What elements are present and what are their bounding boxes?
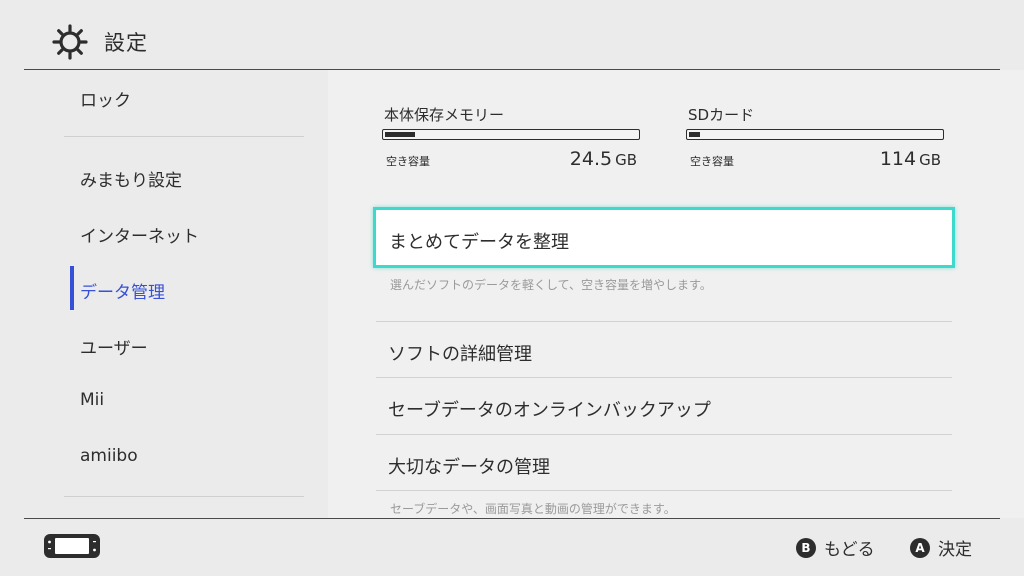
gear-icon: [52, 24, 88, 60]
system-memory-label: 本体保存メモリー: [384, 106, 505, 124]
sidebar-item-lock[interactable]: ロック: [80, 86, 131, 111]
system-memory-free-value: 24.5 GB: [497, 148, 637, 170]
organize-data-label: まとめてデータを整理: [389, 232, 569, 253]
sidebar-item-data-management[interactable]: データ管理: [80, 278, 165, 303]
sidebar-item-internet[interactable]: インターネット: [80, 222, 199, 247]
sidebar-divider: [64, 136, 304, 137]
important-data-description: セーブデータや、画面写真と動画の管理ができます。: [390, 502, 676, 516]
sd-card-label: SDカード: [688, 106, 755, 124]
sidebar-item-users[interactable]: ユーザー: [80, 334, 148, 359]
system-memory-free-label: 空き容量: [386, 155, 430, 168]
menu-divider: [376, 434, 952, 435]
online-backup-button[interactable]: セーブデータのオンラインバックアップ: [388, 396, 948, 422]
menu-divider: [376, 321, 952, 322]
sidebar-item-amiibo[interactable]: amiibo: [80, 446, 138, 466]
menu-divider: [376, 490, 952, 491]
sd-card-free-label: 空き容量: [690, 155, 734, 168]
sidebar-active-indicator: [70, 266, 74, 310]
organize-data-button[interactable]: まとめてデータを整理: [373, 207, 955, 268]
system-memory-usage-fill: [385, 132, 415, 137]
organize-data-description: 選んだソフトのデータを軽くして、空き容量を増やします。: [390, 278, 712, 292]
sidebar-item-parental-controls[interactable]: みまもり設定: [80, 166, 182, 191]
back-label: もどる: [824, 540, 875, 560]
handheld-console-icon: [44, 534, 100, 558]
sd-card-free-value: 114 GB: [801, 148, 941, 170]
sidebar-divider: [64, 496, 304, 497]
back-button[interactable]: B もどる: [796, 535, 875, 560]
system-memory-unit: GB: [615, 151, 637, 169]
sd-card-usage-bar: [686, 129, 944, 140]
software-details-button[interactable]: ソフトの詳細管理: [388, 340, 948, 366]
a-button-icon: A: [910, 537, 930, 558]
header: 設定: [0, 0, 1024, 70]
system-memory-free-number: 24.5: [569, 148, 613, 170]
b-button-icon: B: [796, 537, 816, 558]
page-title: 設定: [104, 31, 148, 55]
important-data-button[interactable]: 大切なデータの管理: [388, 453, 948, 479]
menu-divider: [376, 377, 952, 378]
confirm-button[interactable]: A 決定: [910, 535, 972, 560]
sidebar-item-mii[interactable]: Mii: [80, 390, 104, 410]
system-memory-usage-bar: [382, 129, 640, 140]
confirm-label: 決定: [938, 540, 972, 560]
sd-card-free-number: 114: [879, 148, 917, 170]
sd-card-unit: GB: [919, 151, 941, 169]
sd-card-usage-fill: [689, 132, 700, 137]
